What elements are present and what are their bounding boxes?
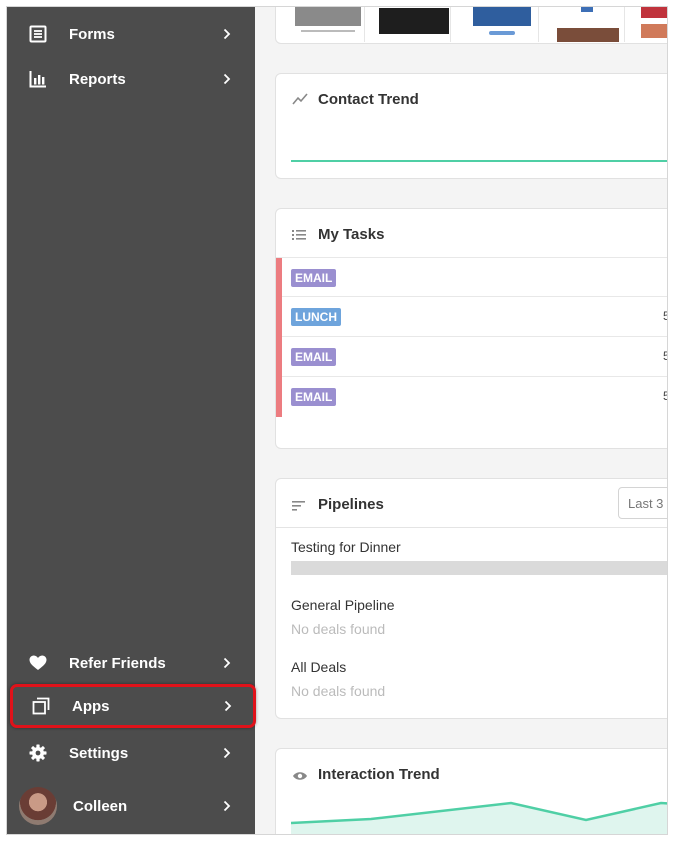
app-window: Forms Reports Refer Friends Apps Setting…	[6, 6, 668, 835]
sidebar-item-label: Refer Friends	[69, 654, 166, 672]
card-title: My Tasks	[318, 226, 385, 243]
task-row[interactable]: EMAIL 5	[276, 337, 667, 377]
sidebar-item-forms[interactable]: Forms	[7, 12, 255, 56]
task-priority-bar	[276, 377, 282, 417]
pipeline-name[interactable]: All Deals	[291, 659, 346, 675]
sidebar-item-label: Forms	[69, 25, 115, 43]
pipeline-name[interactable]: Testing for Dinner	[291, 539, 401, 555]
divider	[276, 527, 667, 528]
task-priority-bar	[276, 297, 282, 337]
pipeline-name[interactable]: General Pipeline	[291, 597, 395, 613]
pipeline-empty-state: No deals found	[291, 683, 386, 699]
template-thumbnail[interactable]	[377, 7, 451, 42]
template-thumbnail[interactable]	[291, 7, 365, 42]
task-row[interactable]: EMAIL 5	[276, 377, 667, 417]
chevron-right-icon	[221, 71, 233, 87]
my-tasks-card: My Tasks EMAIL LUNCH 5 EMAIL 5 EMAIL 5	[275, 208, 667, 449]
sidebar-user-profile[interactable]: Colleen	[7, 782, 255, 830]
pipeline-empty-state: No deals found	[291, 621, 386, 637]
sidebar-item-label: Settings	[69, 744, 129, 762]
chevron-right-icon	[221, 26, 233, 42]
task-tag: EMAIL	[291, 269, 337, 287]
heart-icon	[27, 652, 49, 674]
pipelines-card: Pipelines Last 3 m Testing for Dinner Ge…	[275, 478, 667, 719]
task-tag: EMAIL	[291, 388, 337, 406]
pipeline-progress-bar	[291, 561, 667, 575]
date-range-select[interactable]: Last 3 m	[618, 487, 667, 519]
eye-icon	[292, 769, 308, 785]
trend-line-icon	[292, 92, 308, 108]
sidebar-item-label: Apps	[72, 697, 110, 715]
apps-icon	[30, 695, 52, 717]
contact-trend-card: Contact Trend	[275, 73, 667, 179]
chevron-right-icon	[221, 655, 233, 671]
template-thumbnail[interactable]	[637, 7, 667, 42]
interaction-trend-card: Interaction Trend	[275, 748, 667, 834]
chevron-right-icon	[221, 745, 233, 761]
task-priority-bar	[276, 337, 282, 377]
template-thumbnail[interactable]	[551, 7, 625, 42]
task-row[interactable]: LUNCH 5	[276, 297, 667, 337]
card-title: Interaction Trend	[318, 766, 440, 783]
sort-icon	[292, 499, 308, 515]
task-value: 5	[663, 309, 667, 323]
dashboard-main: Contact Trend My Tasks EMAIL LUNCH 5	[255, 7, 667, 834]
card-title: Contact Trend	[318, 91, 419, 108]
task-tag: LUNCH	[291, 308, 341, 326]
task-value: 5	[663, 389, 667, 403]
template-thumbnail[interactable]	[465, 7, 539, 42]
task-priority-bar	[276, 258, 282, 298]
chevron-right-icon	[221, 798, 233, 814]
contact-trend-line	[291, 160, 667, 162]
sidebar-item-label: Reports	[69, 70, 126, 88]
card-title: Pipelines	[318, 496, 384, 513]
date-range-value: Last 3 m	[628, 496, 667, 511]
avatar	[19, 787, 57, 825]
sidebar: Forms Reports Refer Friends Apps Setting…	[7, 7, 256, 834]
task-value: 5	[663, 349, 667, 363]
sidebar-item-settings[interactable]: Settings	[7, 731, 255, 775]
task-row[interactable]: EMAIL	[276, 257, 667, 298]
bar-chart-icon	[27, 68, 49, 90]
user-name: Colleen	[73, 797, 128, 815]
sidebar-item-refer-friends[interactable]: Refer Friends	[7, 641, 255, 685]
sidebar-item-apps[interactable]: Apps	[10, 684, 256, 728]
list-icon	[292, 228, 308, 244]
task-tag: EMAIL	[291, 348, 337, 366]
template-thumbnails	[275, 7, 667, 44]
gear-icon	[27, 742, 49, 764]
chevron-right-icon	[222, 698, 234, 714]
forms-icon	[27, 23, 49, 45]
sidebar-item-reports[interactable]: Reports	[7, 57, 255, 101]
interaction-trend-area	[291, 801, 667, 834]
